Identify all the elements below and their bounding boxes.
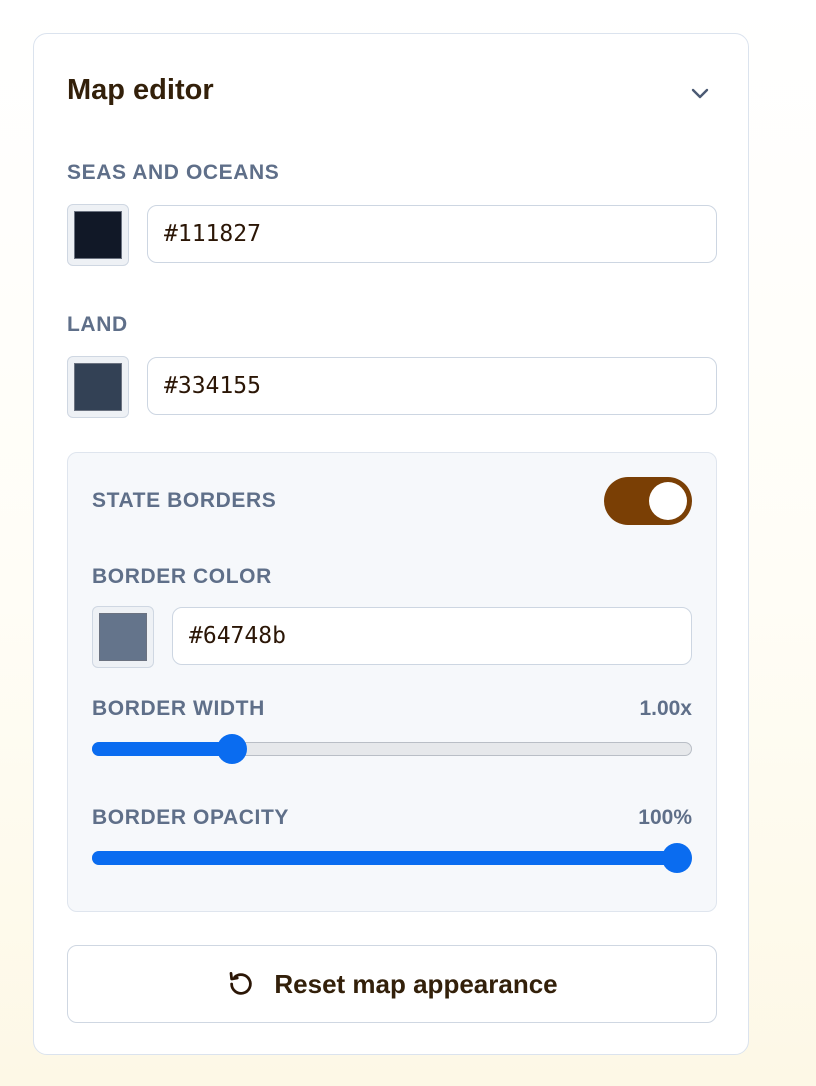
slider-thumb[interactable] xyxy=(662,843,692,873)
slider-fill xyxy=(92,742,233,756)
seas-hex-input[interactable] xyxy=(147,205,717,263)
state-borders-section: STATE BORDERS BORDER COLOR BORDER WIDTH … xyxy=(67,452,717,912)
land-label: LAND xyxy=(67,313,128,336)
chevron-down-icon[interactable] xyxy=(687,80,713,106)
map-editor-panel: Map editor SEAS AND OCEANS LAND STATE BO… xyxy=(33,33,749,1055)
state-borders-label: STATE BORDERS xyxy=(92,489,277,512)
border-width-value: 1.00x xyxy=(639,697,692,720)
border-color-hex-input[interactable] xyxy=(172,607,692,665)
land-swatch-fill xyxy=(74,363,122,411)
reset-map-appearance-button[interactable]: Reset map appearance xyxy=(67,945,717,1023)
state-borders-toggle[interactable] xyxy=(604,477,692,525)
panel-header[interactable]: Map editor xyxy=(67,72,717,112)
toggle-knob xyxy=(649,482,687,520)
seas-color-swatch[interactable] xyxy=(67,204,129,266)
panel-title: Map editor xyxy=(67,74,214,106)
land-hex-input[interactable] xyxy=(147,357,717,415)
border-opacity-label: BORDER OPACITY xyxy=(92,806,290,829)
slider-fill xyxy=(92,851,677,865)
border-width-label: BORDER WIDTH xyxy=(92,697,265,720)
reset-button-label: Reset map appearance xyxy=(274,968,558,999)
land-color-swatch[interactable] xyxy=(67,356,129,418)
rotate-ccw-icon xyxy=(230,972,253,995)
seas-label: SEAS AND OCEANS xyxy=(67,161,280,184)
border-color-label: BORDER COLOR xyxy=(92,565,272,588)
border-width-slider[interactable] xyxy=(92,733,692,765)
border-opacity-slider[interactable] xyxy=(92,842,692,874)
slider-thumb[interactable] xyxy=(217,734,248,764)
border-swatch-fill xyxy=(99,613,147,661)
border-opacity-value: 100% xyxy=(638,806,692,829)
seas-swatch-fill xyxy=(74,211,122,259)
border-color-swatch[interactable] xyxy=(92,606,154,668)
